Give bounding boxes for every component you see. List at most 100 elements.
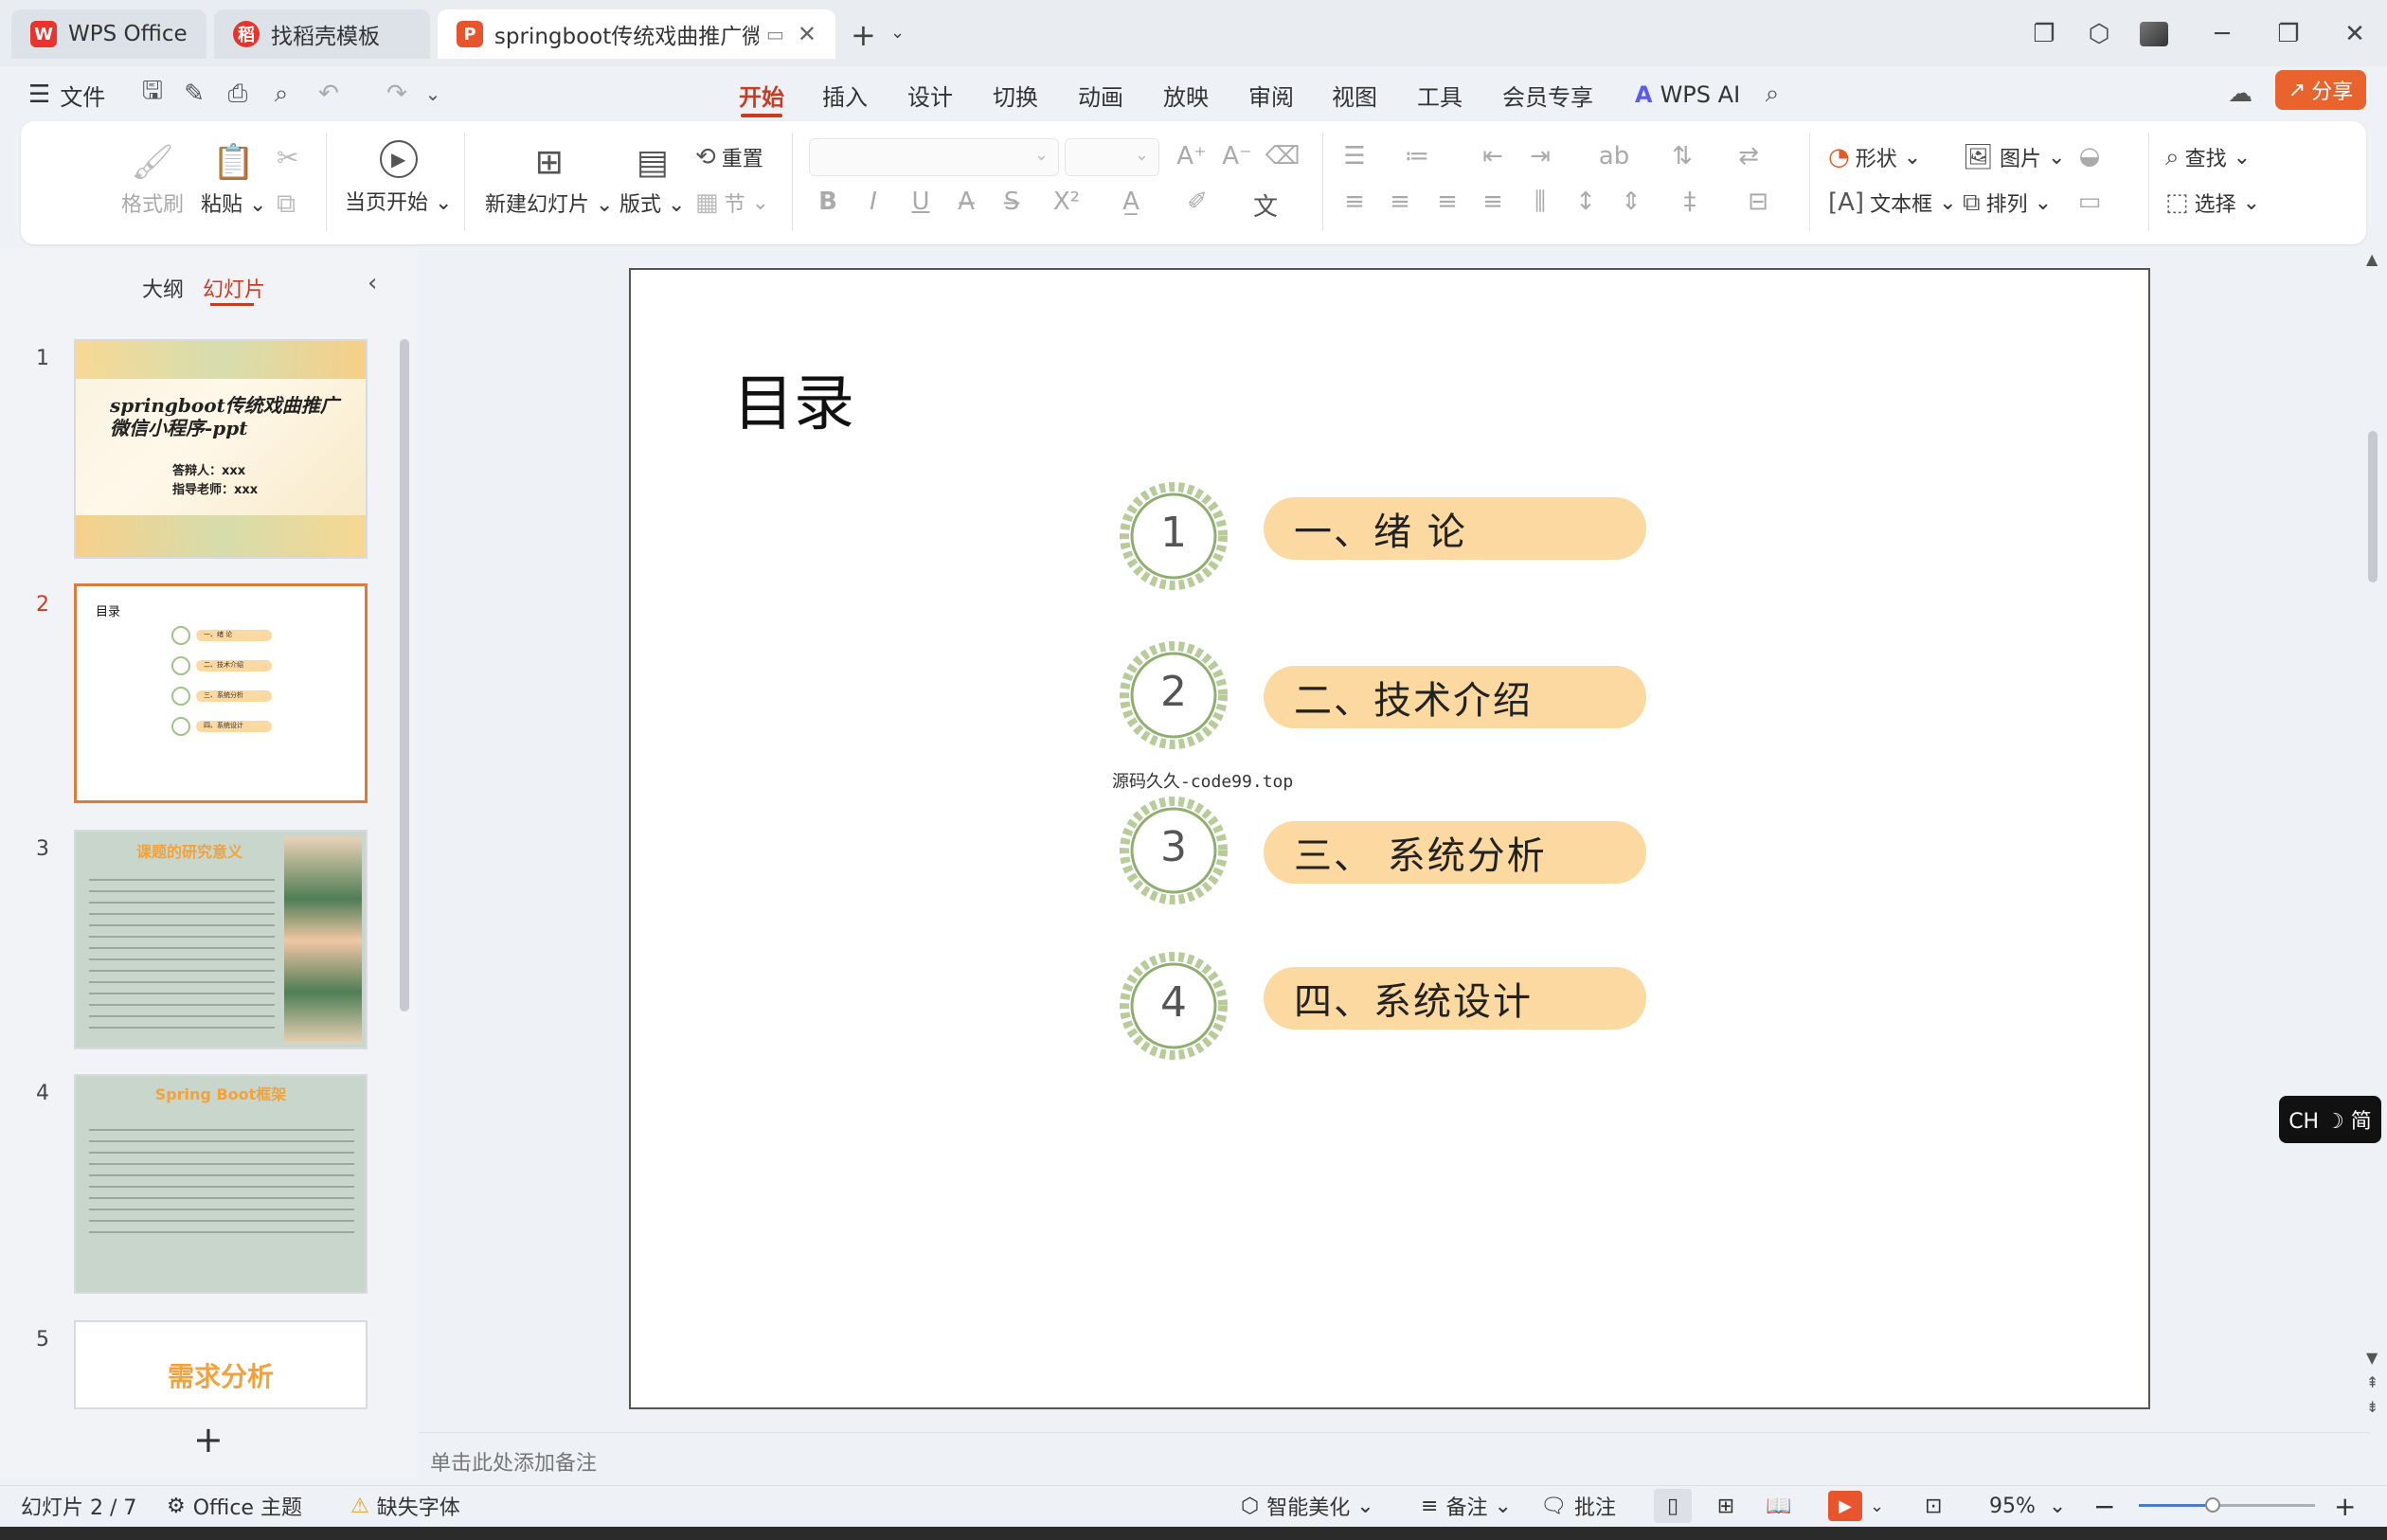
sorter-view-icon[interactable]: ⊞	[1707, 1489, 1745, 1523]
format-painter-button[interactable]: 🖌 格式刷	[121, 140, 184, 218]
new-slide-button[interactable]: ⊞ 新建幻灯片 ⌄	[485, 140, 613, 218]
close-window-icon[interactable]: ✕	[2336, 15, 2374, 53]
new-tab-icon[interactable]: +	[851, 17, 876, 53]
clear-format-icon[interactable]: ⌫	[1264, 142, 1301, 170]
notes-button[interactable]: ≡ 备注 ⌄	[1421, 1489, 1512, 1523]
monitor-icon[interactable]: ▭	[766, 23, 784, 45]
highlight-icon[interactable]: ✐	[1178, 188, 1216, 216]
toc-item-4[interactable]: 4 四、系统设计	[1114, 946, 1646, 1071]
toc-item-2[interactable]: 2 二、技术介绍	[1114, 636, 1646, 761]
tab-slides[interactable]: 幻灯片	[203, 273, 265, 303]
font-size-select[interactable]: ⌄	[1065, 138, 1159, 176]
prev-slide-icon[interactable]: ⇞	[2366, 1373, 2378, 1391]
fill-color-icon[interactable]: ◒	[2071, 142, 2109, 170]
zoom-out-icon[interactable]: −	[2093, 1489, 2115, 1523]
play-current-button[interactable]: ▶ 当页开始 ⌄	[345, 140, 452, 216]
canvas-scrollbar[interactable]	[2368, 431, 2378, 582]
line-spacing-icon[interactable]: ↕	[1567, 188, 1605, 216]
numbering-icon[interactable]: ≔	[1398, 142, 1436, 170]
justify-icon[interactable]: ≡	[1474, 188, 1512, 216]
increase-indent-icon[interactable]: ⇥	[1521, 142, 1559, 170]
slide-canvas[interactable]: 目录 1 一、绪 论 2 二、技术介绍 源码久久-code99.top 3 三、…	[629, 268, 2150, 1409]
reading-view-icon[interactable]: 📖	[1760, 1489, 1798, 1523]
phonetic-icon[interactable]: 文	[1247, 188, 1284, 223]
menu-transition[interactable]: 切换	[993, 74, 1038, 116]
slide-thumbnail-3[interactable]: 课题的研究意义	[74, 830, 368, 1049]
underline-icon[interactable]: U	[902, 188, 940, 216]
undo-icon[interactable]: ↶	[311, 76, 347, 112]
smart-beautify-button[interactable]: ⬡ 智能美化 ⌄	[1241, 1489, 1374, 1523]
tab-docer[interactable]: 稻 找稻壳模板	[214, 9, 430, 59]
maximize-icon[interactable]: ❐	[2270, 15, 2307, 53]
strike-icon[interactable]: A̶	[947, 188, 985, 216]
align-center-icon[interactable]: ≡	[1381, 188, 1419, 216]
toc-item-1[interactable]: 1 一、绪 论	[1114, 476, 1646, 601]
close-tab-icon[interactable]: ✕	[798, 21, 817, 47]
outline-icon[interactable]: ▭	[2071, 188, 2109, 216]
cube-icon[interactable]: ⬡	[2080, 15, 2118, 53]
textbox-button[interactable]: [A] 文本框 ⌄	[1828, 186, 1957, 220]
draw-icon[interactable]: ✎	[176, 76, 212, 112]
align-left-icon[interactable]: ≡	[1336, 188, 1373, 216]
menu-tools[interactable]: 工具	[1417, 74, 1463, 116]
avatar[interactable]	[2135, 15, 2173, 53]
decrease-indent-icon[interactable]: ⇤	[1474, 142, 1512, 170]
tab-list-chevron-icon[interactable]: ⌄	[890, 23, 905, 43]
fit-window-icon[interactable]: ⊡	[1925, 1489, 1942, 1523]
menu-insert[interactable]: 插入	[822, 74, 868, 116]
increase-font-icon[interactable]: A⁺	[1173, 142, 1211, 170]
text-box-align-icon[interactable]: ⊟	[1739, 188, 1777, 216]
italic-icon[interactable]: I	[854, 188, 892, 216]
scroll-up-icon[interactable]: ▲	[2366, 250, 2378, 268]
menu-member[interactable]: 会员专享	[1502, 74, 1593, 116]
reset-button[interactable]: ⟲ 重置	[695, 140, 763, 174]
customize-chevron-icon[interactable]: ⌄	[415, 76, 451, 112]
scroll-down-icon[interactable]: ▼	[2366, 1349, 2378, 1367]
slide-thumbnail-2[interactable]: 目录 一、绪 论 二、技术介绍 三、系统分析 四、系统设计	[74, 583, 368, 803]
select-button[interactable]: ⬚ 选择 ⌄	[2165, 186, 2260, 220]
save-icon[interactable]: 🖫	[135, 76, 170, 112]
distribute-icon[interactable]: ⫼	[1521, 188, 1559, 217]
decrease-font-icon[interactable]: A⁻	[1218, 142, 1256, 170]
redo-icon[interactable]: ↷	[379, 76, 415, 112]
cut-icon[interactable]: ✂	[277, 142, 298, 173]
search-icon[interactable]: ⌕	[1754, 76, 1790, 112]
bullets-icon[interactable]: ☰	[1336, 142, 1373, 170]
text-direction-icon[interactable]: ab	[1595, 142, 1633, 170]
print-preview-icon[interactable]: ⌕	[263, 76, 299, 112]
slide-title[interactable]: 目录	[733, 355, 854, 442]
layout-button[interactable]: ▤ 版式 ⌄	[619, 140, 685, 218]
find-button[interactable]: ⌕ 查找 ⌄	[2165, 140, 2251, 174]
file-menu[interactable]: ☰ 文件	[28, 74, 105, 116]
zoom-in-icon[interactable]: +	[2334, 1489, 2356, 1523]
add-slide-button[interactable]: +	[193, 1419, 224, 1460]
share-button[interactable]: ↗ 分享	[2275, 70, 2366, 110]
print-icon[interactable]: ⎙	[220, 76, 256, 112]
menu-view[interactable]: 视图	[1332, 74, 1377, 116]
align-right-icon[interactable]: ≡	[1428, 188, 1466, 216]
paragraph-spacing-icon[interactable]: ⇕	[1612, 188, 1650, 216]
normal-view-icon[interactable]: ▯	[1654, 1489, 1692, 1523]
shape-button[interactable]: ◔ 形状 ⌄	[1828, 140, 1921, 174]
tab-outline[interactable]: 大纲	[142, 273, 184, 303]
wps-ai-button[interactable]: A WPS AI	[1635, 74, 1740, 116]
toc-item-3[interactable]: 3 三、 系统分析	[1114, 791, 1646, 916]
missing-font-button[interactable]: ⚠ 缺失字体	[350, 1489, 460, 1523]
slide-thumbnail-5[interactable]: 需求分析	[74, 1320, 368, 1409]
section-button[interactable]: ▦ 节 ⌄	[695, 186, 769, 220]
menu-slideshow[interactable]: 放映	[1163, 74, 1209, 116]
tab-wps-office[interactable]: W WPS Office	[11, 9, 206, 59]
comments-button[interactable]: 🗨 批注	[1540, 1489, 1616, 1523]
slide-thumbnail-1[interactable]: springboot传统戏曲推广微信小程序-ppt 答辩人：xxx 指导老师：x…	[74, 339, 368, 559]
font-family-select[interactable]: ⌄	[809, 138, 1059, 176]
panel-scrollbar[interactable]	[400, 339, 409, 1012]
bold-icon[interactable]: B	[809, 188, 847, 216]
tab-document[interactable]: P springboot传统戏曲推广微信 ▭ ✕	[438, 9, 835, 59]
spacing-icon[interactable]: ‡	[1671, 188, 1709, 216]
theme-button[interactable]: ⚙ Office 主题	[167, 1489, 302, 1523]
zoom-level[interactable]: 95% ⌄	[1989, 1489, 2066, 1523]
menu-design[interactable]: 设计	[907, 74, 953, 116]
picture-button[interactable]: 🖼 图片 ⌄	[1963, 140, 2065, 174]
menu-animation[interactable]: 动画	[1078, 74, 1123, 116]
copy-icon[interactable]: ⧉	[277, 188, 296, 220]
